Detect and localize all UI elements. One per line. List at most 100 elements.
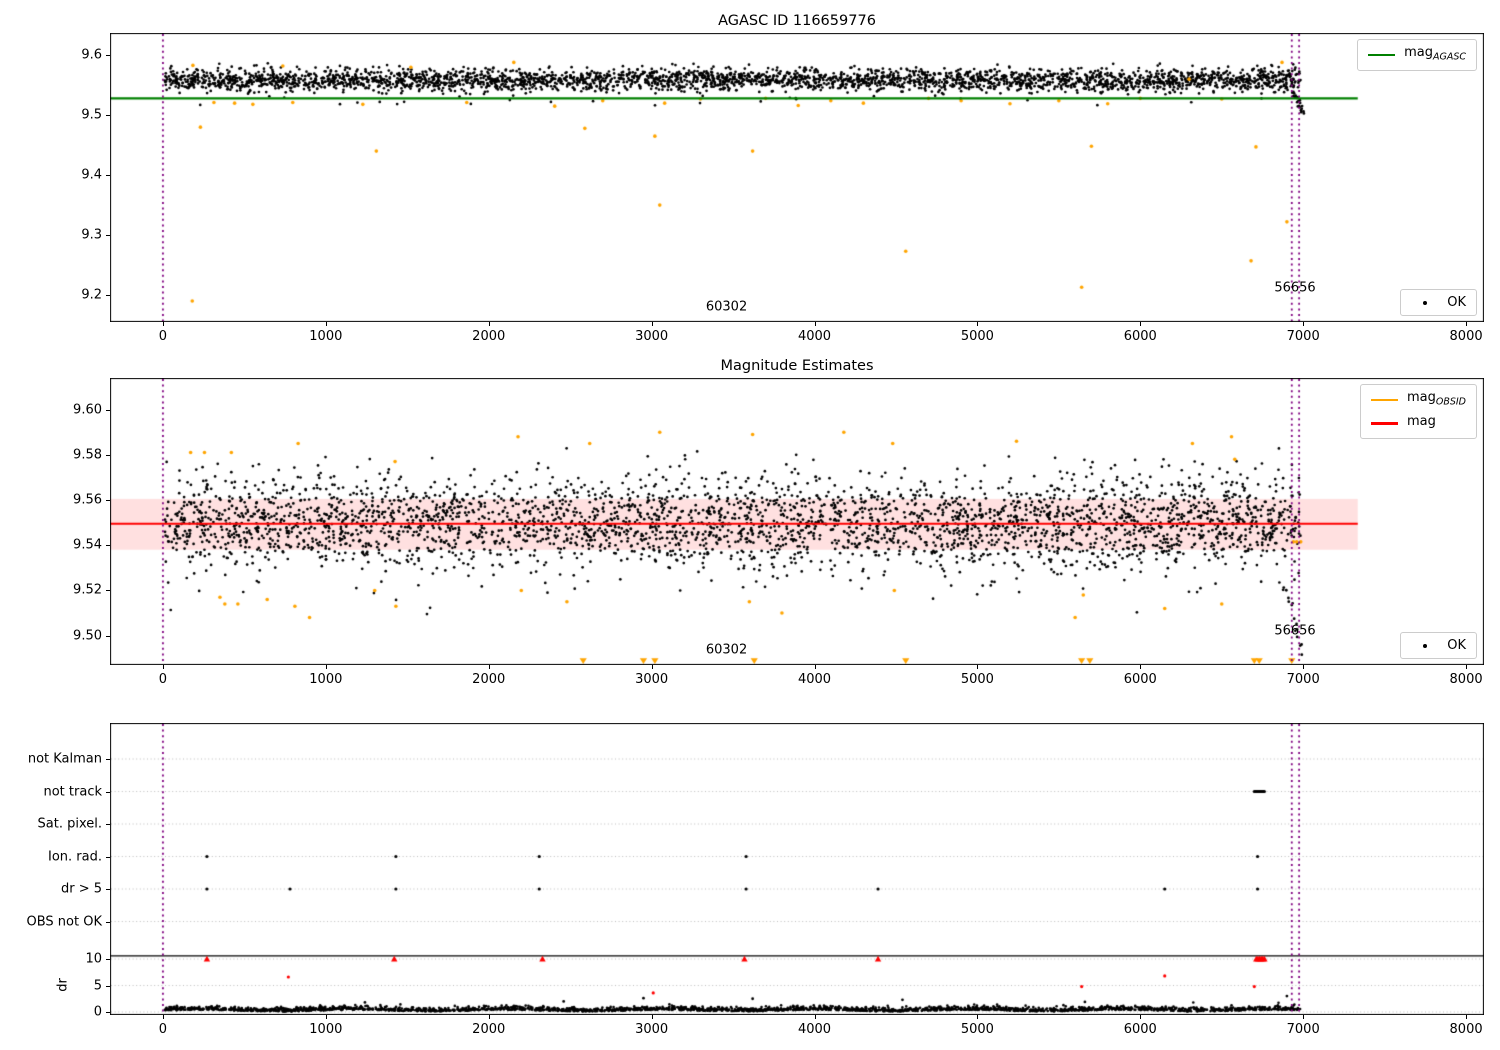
tick-mark (1466, 665, 1468, 669)
x-tick-label: 7000 (1286, 672, 1320, 687)
y-tick-label: 9.56 (73, 492, 102, 508)
dot-icon (1422, 643, 1427, 648)
tick-mark (106, 295, 110, 297)
plot2-scatter-canvas (110, 378, 1484, 665)
tick-mark (1140, 1015, 1142, 1019)
tick-mark (106, 409, 110, 411)
tick-mark (106, 959, 110, 960)
flag-row-label: not Kalman (27, 751, 102, 767)
plot1-title: AGASC ID 116659776 (718, 13, 876, 29)
x-tick-label: 1000 (309, 672, 343, 687)
tick-mark (106, 55, 110, 57)
tick-mark (106, 921, 110, 923)
flag-row-label: dr > 5 (60, 881, 102, 897)
tick-mark (1466, 1015, 1468, 1019)
x-tick-label: 3000 (635, 1022, 669, 1037)
x-tick-label: 1000 (309, 1022, 343, 1037)
obsid-annotation: 56656 (1274, 280, 1316, 296)
x-tick-label: 3000 (635, 329, 669, 344)
obsid-annotation: 60302 (705, 642, 748, 658)
tick-mark (162, 322, 164, 326)
tick-mark (814, 322, 816, 326)
x-tick-label: 2000 (472, 329, 506, 344)
x-tick-label: 8000 (1449, 1022, 1483, 1037)
tick-mark (1303, 665, 1305, 669)
tick-mark (106, 545, 110, 547)
tick-mark (488, 665, 490, 669)
x-tick-label: 2000 (472, 672, 506, 687)
flag-row-label: OBS not OK (26, 914, 103, 929)
x-tick-label: 4000 (797, 1022, 832, 1037)
tick-mark (1140, 322, 1142, 326)
y-tick-label: 9.58 (73, 447, 102, 463)
plot1-scatter-canvas (110, 33, 1484, 322)
y-tick-label: 9.60 (73, 402, 102, 418)
y-tick-label: 9.2 (81, 287, 102, 303)
tick-mark (162, 665, 164, 669)
tick-mark (1303, 1015, 1305, 1019)
tick-mark (651, 1015, 653, 1019)
y-tick-label: 9.4 (81, 167, 102, 183)
flag-row-label: not track (43, 784, 102, 799)
x-tick-label: 0 (158, 1022, 168, 1037)
x-tick-label: 8000 (1449, 672, 1483, 687)
legend-label-base: mag (1404, 45, 1433, 60)
red-line-sample (1370, 422, 1398, 425)
plot2-title: Magnitude Estimates (720, 358, 874, 374)
plot2-ok-legend: OK (1400, 632, 1477, 659)
tick-mark (977, 1015, 979, 1019)
x-tick-label: 0 (158, 672, 168, 687)
x-tick-label: 6000 (1123, 672, 1157, 687)
tick-mark (106, 500, 110, 502)
x-tick-label: 5000 (960, 329, 994, 344)
tick-mark (106, 791, 110, 793)
plot3-axes (110, 723, 1484, 1015)
legend-entry-mag-obsid: magOBSID (1370, 390, 1466, 410)
tick-mark (106, 889, 110, 890)
x-tick-label: 5000 (960, 672, 994, 687)
tick-mark (106, 824, 110, 825)
tick-mark (1303, 322, 1305, 326)
x-tick-label: 2000 (472, 1022, 506, 1037)
legend-label-base: mag (1406, 413, 1436, 429)
legend-label-mag: mag (1407, 414, 1436, 434)
legend-label-ok: OK (1447, 295, 1466, 310)
flag-row-label: Sat. pixel. (37, 816, 102, 832)
dr-tick-label: 10 (85, 951, 102, 967)
x-tick-label: 4000 (797, 329, 832, 344)
x-tick-label: 6000 (1123, 329, 1157, 344)
legend-label-mag-agasc: magAGASC (1404, 45, 1466, 65)
dot-icon (1422, 300, 1427, 305)
plot3-scatter-canvas (110, 723, 1484, 1015)
tick-mark (106, 454, 110, 456)
y-tick-label: 9.54 (73, 537, 102, 553)
legend-label-ok: OK (1447, 638, 1466, 653)
legend-entry-mag-agasc: magAGASC (1368, 45, 1466, 65)
x-tick-label: 0 (158, 329, 168, 344)
obsid-annotation: 56656 (1274, 623, 1316, 639)
x-tick-label: 5000 (960, 1022, 994, 1037)
flag-row-label: Ion. rad. (48, 849, 102, 864)
x-tick-label: 4000 (797, 672, 832, 687)
tick-mark (162, 1015, 164, 1019)
x-tick-label: 8000 (1449, 329, 1483, 344)
dr-tick-label: 5 (93, 978, 102, 993)
tick-mark (488, 322, 490, 326)
tick-mark (651, 665, 653, 669)
tick-mark (325, 1015, 327, 1019)
plot2-axes (110, 378, 1484, 665)
y-tick-label: 9.52 (73, 582, 102, 598)
x-tick-label: 1000 (309, 329, 343, 344)
tick-mark (325, 665, 327, 669)
obsid-annotation: 60302 (705, 299, 748, 315)
x-tick-label: 7000 (1286, 329, 1320, 344)
black-dot-marker (1411, 300, 1438, 305)
tick-mark (814, 665, 816, 669)
x-tick-label: 7000 (1286, 1022, 1320, 1037)
legend-entry-mag: mag (1370, 414, 1466, 434)
tick-mark (106, 985, 110, 987)
x-tick-label: 6000 (1123, 1022, 1157, 1037)
y-tick-label: 9.5 (81, 107, 102, 123)
y-tick-label: 9.50 (73, 628, 102, 644)
legend-label-sub: OBSID (1435, 396, 1466, 408)
